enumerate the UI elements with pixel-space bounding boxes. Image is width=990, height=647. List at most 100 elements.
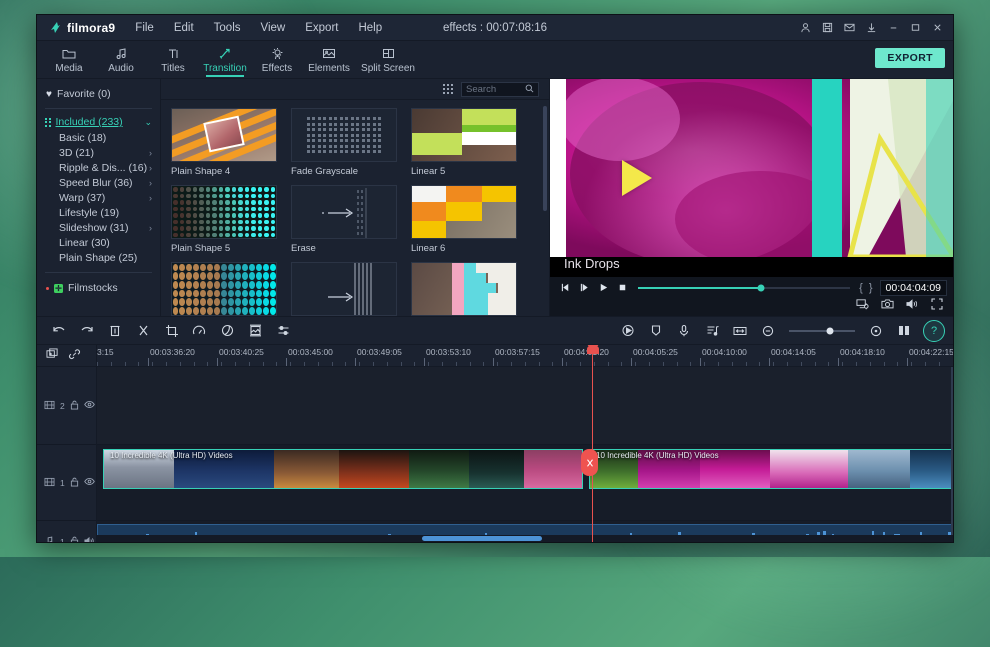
tab-titles[interactable]: Titles: [147, 43, 199, 76]
speaker-icon[interactable]: [906, 297, 919, 315]
eye-icon[interactable]: [84, 477, 95, 488]
sidebar-item-lifestyle[interactable]: Lifestyle (19): [37, 205, 160, 220]
timeline-clip[interactable]: 10 Incredible 4K (Ultra HD) Videos: [589, 449, 953, 489]
menu-view[interactable]: View: [251, 18, 296, 38]
speedometer-icon[interactable]: [185, 320, 213, 342]
mark-out-button[interactable]: }: [866, 282, 876, 294]
transition-item[interactable]: Linear 6: [411, 185, 517, 254]
sidebar-item-3d[interactable]: 3D (21) ›: [37, 145, 160, 160]
minimize-icon[interactable]: [883, 18, 903, 38]
sidebar-item-ripple-distort[interactable]: Ripple & Dis... (16) ›: [37, 160, 160, 175]
sidebar-item-slideshow[interactable]: Slideshow (31) ›: [37, 220, 160, 235]
record-screen-icon[interactable]: [614, 320, 642, 342]
lock-icon[interactable]: [70, 477, 79, 489]
undo-icon[interactable]: [45, 320, 73, 342]
menu-file[interactable]: File: [125, 18, 164, 38]
audio-note-icon[interactable]: [698, 320, 726, 342]
eye-icon[interactable]: [84, 400, 95, 411]
split-view-icon[interactable]: [890, 320, 918, 342]
sidebar-item-basic[interactable]: Basic (18): [37, 130, 160, 145]
fit-width-icon[interactable]: [726, 320, 754, 342]
download-icon[interactable]: [861, 18, 881, 38]
crop-icon[interactable]: [157, 320, 185, 342]
monitor-settings-icon[interactable]: [856, 297, 869, 315]
preview-screen[interactable]: Ink Drops: [550, 79, 953, 277]
sidebar-item-warp[interactable]: Warp (37) ›: [37, 190, 160, 205]
seek-knob[interactable]: [758, 284, 765, 291]
sidebar-item-plain-shape[interactable]: Plain Shape (25): [37, 250, 160, 265]
mark-in-button[interactable]: {: [856, 282, 866, 294]
fullscreen-icon[interactable]: [931, 297, 943, 315]
track-video-2[interactable]: [97, 367, 953, 445]
search-input[interactable]: [466, 84, 522, 95]
redo-icon[interactable]: [73, 320, 101, 342]
green-screen-icon[interactable]: [241, 320, 269, 342]
speaker-icon[interactable]: [84, 536, 95, 544]
step-back-icon[interactable]: [556, 278, 575, 297]
chevron-down-icon[interactable]: ⌄: [144, 117, 152, 128]
zoom-slider-knob[interactable]: [826, 327, 833, 334]
stop-icon[interactable]: [613, 278, 632, 297]
transition-item[interactable]: [171, 262, 277, 316]
scissors-icon[interactable]: [129, 320, 157, 342]
zoom-out-icon[interactable]: [754, 320, 782, 342]
trash-icon[interactable]: [101, 320, 129, 342]
menu-edit[interactable]: Edit: [164, 18, 204, 38]
sliders-icon[interactable]: [269, 320, 297, 342]
maximize-icon[interactable]: [905, 18, 925, 38]
sidebar-item-favorite[interactable]: ♥ Favorite (0): [37, 85, 160, 106]
question-mark-icon[interactable]: ?: [923, 320, 945, 342]
transition-item[interactable]: Plain Shape 5: [171, 185, 277, 254]
color-wheel-icon[interactable]: [213, 320, 241, 342]
transition-item[interactable]: Linear 5: [411, 108, 517, 177]
mail-icon[interactable]: [839, 18, 859, 38]
track-header-audio-1[interactable]: 1: [37, 521, 96, 543]
lock-icon[interactable]: [70, 400, 79, 412]
microphone-icon[interactable]: [670, 320, 698, 342]
transition-item[interactable]: Erase: [291, 185, 397, 254]
timeline-horizontal-scrollbar[interactable]: [97, 535, 953, 542]
split-marker[interactable]: [581, 449, 598, 476]
sidebar-item-speed-blur[interactable]: Speed Blur (36) ›: [37, 175, 160, 190]
sidebar-item-included[interactable]: Included (233) ⌄: [37, 114, 160, 130]
play-icon[interactable]: [594, 278, 613, 297]
track-video-1[interactable]: 10 Incredible 4K (Ultra HD) Videos 10 In…: [97, 445, 953, 521]
timeline-zoom-slider[interactable]: [789, 330, 855, 332]
track-header-video-2[interactable]: 2: [37, 367, 96, 445]
menu-help[interactable]: Help: [348, 18, 392, 38]
timeline-clip[interactable]: 10 Incredible 4K (Ultra HD) Videos: [103, 449, 583, 489]
tab-media[interactable]: Media: [43, 43, 95, 76]
lock-icon[interactable]: [70, 536, 79, 544]
menu-export[interactable]: Export: [295, 18, 348, 38]
transition-item[interactable]: Plain Shape 4: [171, 108, 277, 177]
transition-item[interactable]: [411, 262, 517, 316]
track-header-video-1[interactable]: 1: [37, 445, 96, 521]
tab-elements[interactable]: Elements: [303, 43, 355, 76]
marker-icon[interactable]: [642, 320, 670, 342]
zoom-in-icon[interactable]: [862, 320, 890, 342]
link-icon[interactable]: [68, 347, 81, 365]
menu-tools[interactable]: Tools: [204, 18, 251, 38]
sidebar-item-filmstocks[interactable]: ✛ Filmstocks: [37, 278, 160, 294]
save-icon[interactable]: [817, 18, 837, 38]
scrollbar-thumb[interactable]: [422, 536, 542, 541]
tab-transition[interactable]: Transition: [199, 43, 251, 76]
close-icon[interactable]: [927, 18, 947, 38]
account-icon[interactable]: [795, 18, 815, 38]
export-button[interactable]: EXPORT: [875, 48, 945, 68]
library-scrollbar[interactable]: [543, 106, 547, 211]
tab-split-screen[interactable]: Split Screen: [355, 43, 421, 76]
grid-view-icon[interactable]: [443, 84, 454, 95]
tab-effects[interactable]: Effects: [251, 43, 303, 76]
add-track-icon[interactable]: [46, 347, 59, 365]
sidebar-item-linear[interactable]: Linear (30): [37, 235, 160, 250]
preview-play-overlay-icon[interactable]: [622, 160, 652, 196]
tab-audio[interactable]: Audio: [95, 43, 147, 76]
transition-item[interactable]: Fade Grayscale: [291, 108, 397, 177]
search-box[interactable]: [461, 82, 539, 97]
camera-icon[interactable]: [881, 297, 894, 315]
step-forward-icon[interactable]: [575, 278, 594, 297]
timeline-ruler[interactable]: 3:1500:03:36:2000:03:40:2500:03:45:0000:…: [97, 345, 953, 367]
transition-item[interactable]: [291, 262, 397, 316]
preview-seek-bar[interactable]: [638, 287, 850, 289]
